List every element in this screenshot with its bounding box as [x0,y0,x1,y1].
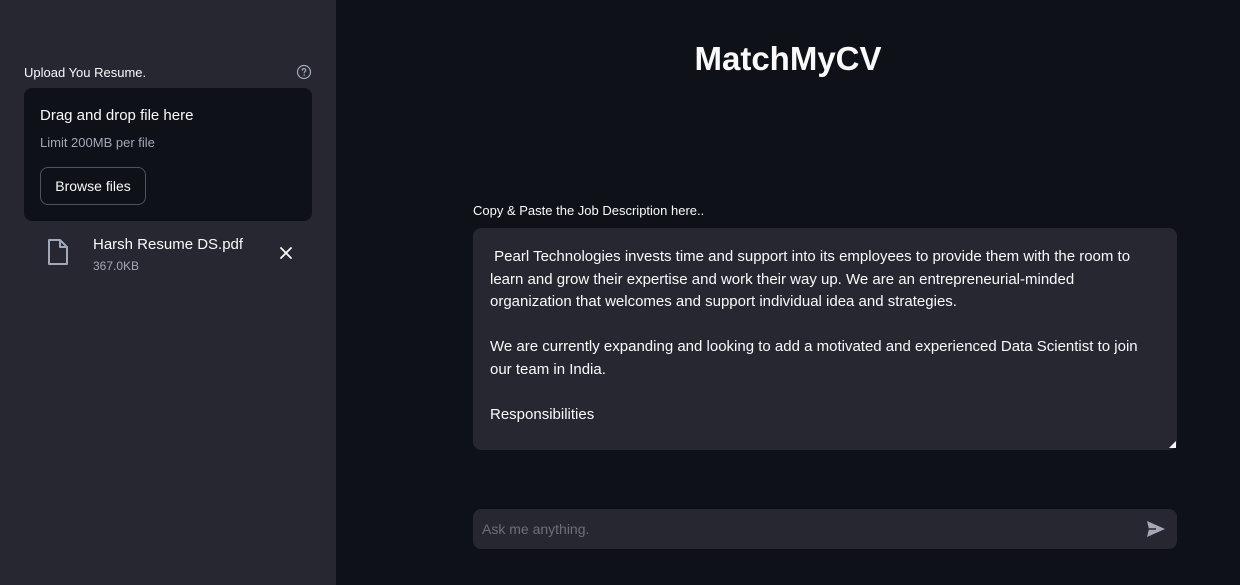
upload-label-row: Upload You Resume. [24,63,312,81]
help-circle-icon[interactable] [296,64,312,80]
dropzone-limit: Limit 200MB per file [40,135,155,150]
browse-files-button[interactable]: Browse files [40,167,146,205]
remove-file-button[interactable] [276,243,296,263]
file-icon [48,239,68,265]
job-description-textarea[interactable]: Pearl Technologies invests time and supp… [473,228,1177,450]
chat-input-placeholder: Ask me anything. [482,521,590,537]
send-icon[interactable] [1146,520,1166,538]
sidebar: Upload You Resume. Drag and drop file he… [0,0,336,585]
uploaded-file-name: Harsh Resume DS.pdf [93,236,244,253]
page-title: MatchMyCV [694,40,882,77]
job-description-label: Copy & Paste the Job Description here.. [473,203,705,218]
send-button[interactable] [1145,519,1167,539]
uploaded-file-size: 367.0KB [93,259,140,273]
upload-label: Upload You Resume. [24,64,147,80]
resize-handle-icon[interactable] [1169,441,1176,448]
close-icon[interactable] [279,246,293,260]
file-dropzone[interactable]: Drag and drop file here Limit 200MB per … [24,88,312,221]
uploaded-file-item: Harsh Resume DS.pdf 367.0KB [24,232,312,278]
dropzone-title: Drag and drop file here [40,107,194,124]
chat-input[interactable]: Ask me anything. [473,509,1177,549]
